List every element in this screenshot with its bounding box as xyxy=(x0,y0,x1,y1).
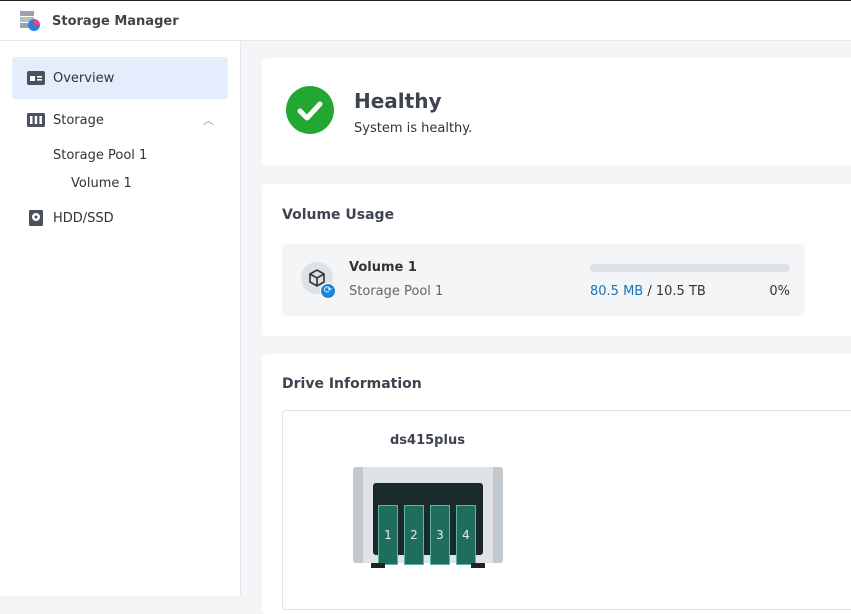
volume-item[interactable]: ⟳ Volume 1 Storage Pool 1 80.5 MB / 10.5… xyxy=(282,244,805,316)
health-message: System is healthy. xyxy=(354,121,473,136)
volume-name: Volume 1 xyxy=(349,260,417,275)
total-size: 10.5 TB xyxy=(655,284,706,299)
nas-device: 1 2 3 4 xyxy=(353,467,503,565)
app-title: Storage Manager xyxy=(52,14,179,29)
volume-pool: Storage Pool 1 xyxy=(349,284,444,299)
sidebar-item-hdd-ssd[interactable]: HDD/SSD xyxy=(12,197,228,239)
volume-usage-heading: Volume Usage xyxy=(282,207,395,223)
drive-bay-2[interactable]: 2 xyxy=(404,505,424,565)
sidebar-item-volume[interactable]: Volume 1 xyxy=(71,176,132,191)
drive-panel: ds415plus 1 2 3 4 xyxy=(282,410,851,610)
usage-bar xyxy=(590,264,790,272)
usage-percent: 0% xyxy=(769,284,790,299)
drive-info-heading: Drive Information xyxy=(282,376,422,392)
device-foot xyxy=(371,563,385,568)
drive-bays: 1 2 3 4 xyxy=(373,483,483,565)
sidebar-item-label: Overview xyxy=(53,70,115,86)
chevron-up-icon[interactable]: ︿ xyxy=(203,112,214,128)
sync-icon: ⟳ xyxy=(320,283,336,299)
usage-text: 80.5 MB / 10.5 TB xyxy=(590,284,706,299)
sidebar-item-label: Storage xyxy=(53,112,104,128)
title-bar: Storage Manager xyxy=(0,0,851,41)
storage-icon xyxy=(27,113,45,127)
drive-info-card: Drive Information ds415plus 1 2 3 4 xyxy=(262,354,851,614)
check-icon xyxy=(286,86,334,134)
drive-bay-3[interactable]: 3 xyxy=(430,505,450,565)
volume-usage-card: Volume Usage ⟳ Volume 1 Storage Pool 1 8… xyxy=(262,184,851,336)
device-name: ds415plus xyxy=(390,433,465,448)
sidebar: Overview Storage ︿ Storage Pool 1 Volume… xyxy=(0,41,241,596)
storage-manager-logo-icon xyxy=(20,11,40,31)
usage-separator: / xyxy=(643,284,656,299)
overview-icon xyxy=(27,71,45,85)
hdd-icon xyxy=(29,210,43,226)
drive-bay-4[interactable]: 4 xyxy=(456,505,476,565)
drive-bay-1[interactable]: 1 xyxy=(378,505,398,565)
health-status: Healthy xyxy=(354,89,442,113)
sidebar-item-label: HDD/SSD xyxy=(53,210,114,226)
device-foot xyxy=(471,563,485,568)
used-size: 80.5 MB xyxy=(590,284,644,299)
sidebar-item-storage[interactable]: Storage ︿ xyxy=(12,99,228,141)
sidebar-item-overview[interactable]: Overview xyxy=(12,57,228,99)
health-card: Healthy System is healthy. xyxy=(262,58,851,165)
sidebar-item-storage-pool[interactable]: Storage Pool 1 xyxy=(53,148,147,163)
